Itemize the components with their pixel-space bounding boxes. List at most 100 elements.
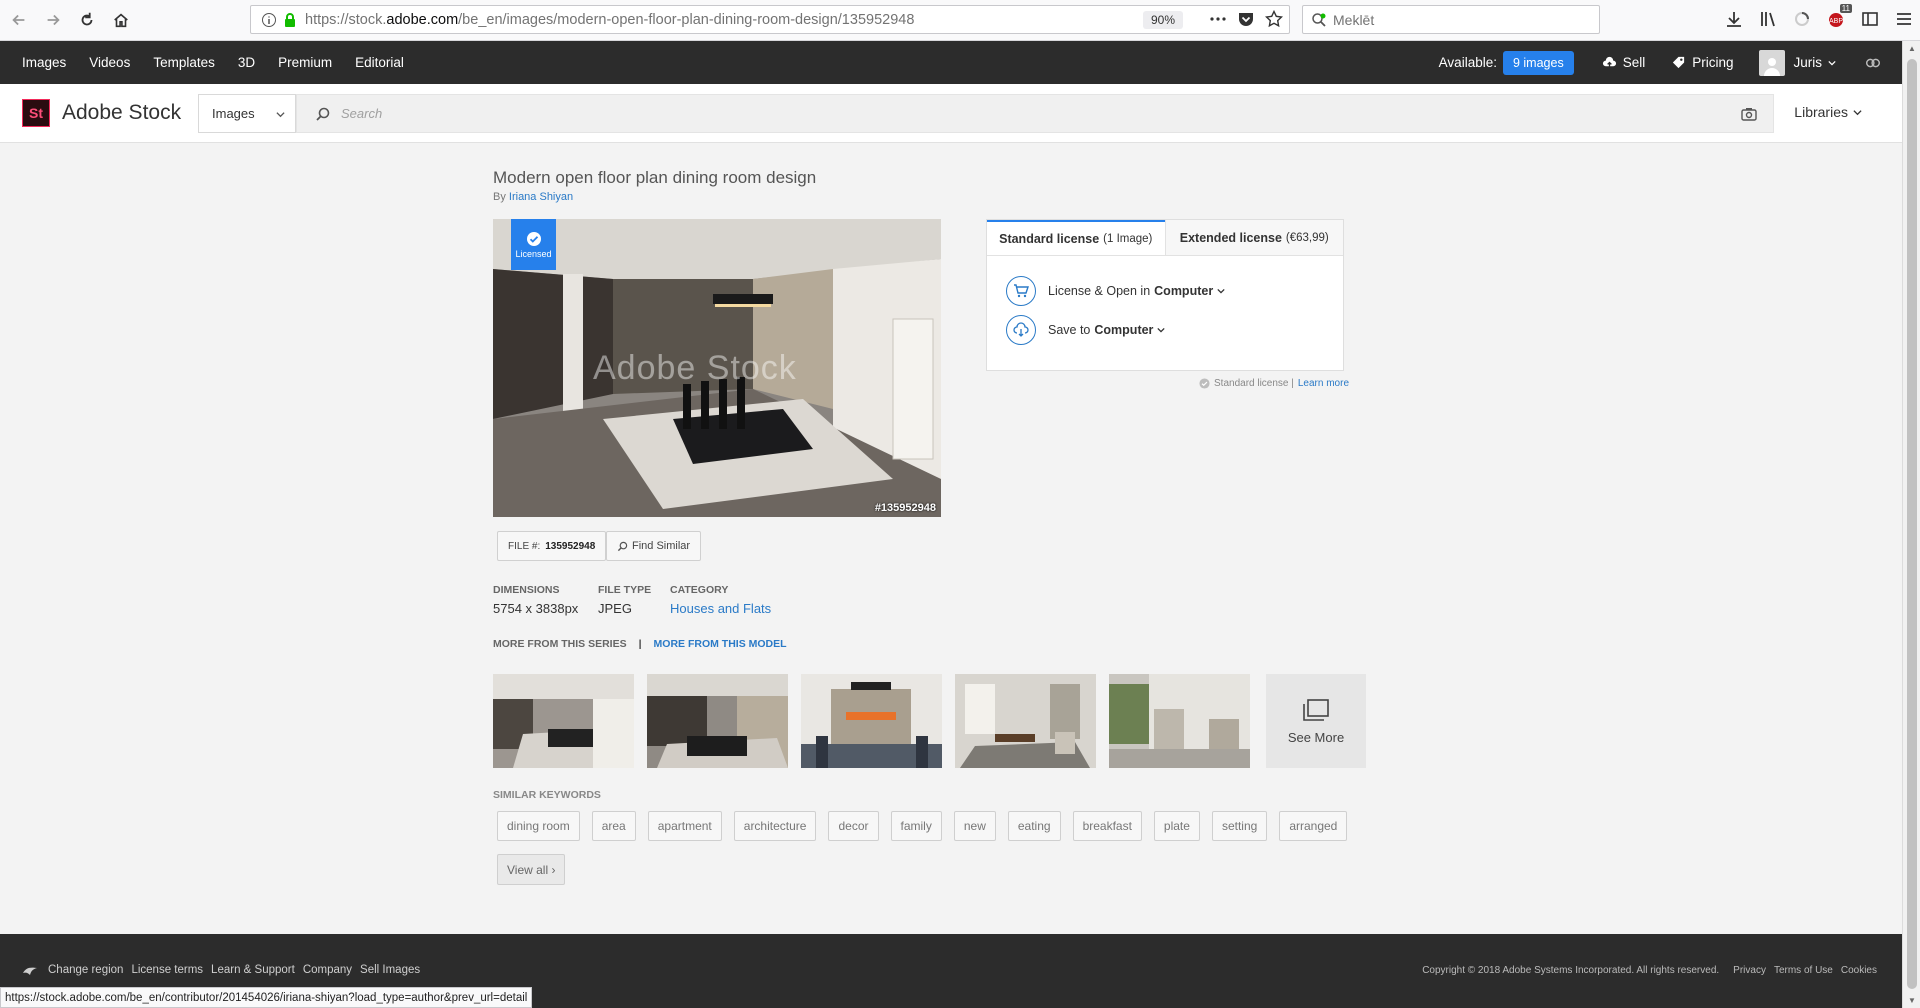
more-from-series-link[interactable]: MORE FROM THIS SERIES bbox=[493, 638, 627, 650]
footer-privacy[interactable]: Privacy bbox=[1733, 965, 1766, 976]
nav-videos[interactable]: Videos bbox=[89, 55, 130, 70]
library-icon[interactable] bbox=[1758, 9, 1778, 29]
zoom-level[interactable]: 90% bbox=[1142, 11, 1183, 29]
more-actions-icon[interactable] bbox=[1209, 10, 1227, 28]
scroll-thumb[interactable] bbox=[1907, 59, 1917, 989]
loading-icon bbox=[1795, 12, 1809, 26]
licensed-badge: Licensed bbox=[511, 219, 556, 270]
nav-templates[interactable]: Templates bbox=[153, 55, 215, 70]
info-icon[interactable] bbox=[261, 12, 277, 28]
sidebar-icon[interactable] bbox=[1860, 9, 1880, 29]
footer-learn-support[interactable]: Learn & Support bbox=[211, 964, 295, 976]
pricing-label: Pricing bbox=[1692, 55, 1734, 70]
category-link[interactable]: Houses and Flats bbox=[670, 601, 771, 616]
dimensions-label: DIMENSIONS bbox=[493, 584, 560, 596]
libraries-label: Libraries bbox=[1794, 104, 1848, 120]
keyword-tag[interactable]: apartment bbox=[647, 811, 722, 841]
globe-icon bbox=[23, 967, 37, 975]
reload-button[interactable] bbox=[72, 5, 102, 35]
keyword-tag[interactable]: decor bbox=[828, 811, 879, 841]
adobe-stock-logo[interactable]: St Adobe Stock bbox=[22, 99, 181, 127]
nav-images[interactable]: Images bbox=[22, 55, 66, 70]
asset-type-select[interactable]: Images bbox=[198, 94, 296, 133]
keyword-tag[interactable]: family bbox=[890, 811, 942, 841]
cloud-upload-icon bbox=[1602, 56, 1616, 69]
footer-license-terms[interactable]: License terms bbox=[131, 964, 203, 976]
keyword-tag[interactable]: arranged bbox=[1279, 811, 1348, 841]
pricing-link[interactable]: Pricing bbox=[1671, 55, 1733, 70]
save-to-action[interactable]: Save to Computer bbox=[1006, 315, 1166, 345]
find-similar-button[interactable]: Find Similar bbox=[606, 531, 702, 561]
camera-icon[interactable] bbox=[1741, 107, 1757, 121]
separator: | bbox=[638, 638, 642, 650]
author-link[interactable]: Iriana Shiyan bbox=[509, 191, 573, 203]
keyword-tag[interactable]: breakfast bbox=[1072, 811, 1142, 841]
hamburger-menu-icon[interactable] bbox=[1894, 9, 1914, 29]
scroll-down-icon[interactable]: ▼ bbox=[1908, 996, 1916, 1005]
page-scrollbar[interactable]: ▲ ▼ bbox=[1902, 41, 1920, 1008]
find-similar-label: Find Similar bbox=[632, 540, 691, 552]
keyword-tag[interactable]: area bbox=[591, 811, 636, 841]
search-icon bbox=[617, 541, 628, 551]
keyword-tag[interactable]: setting bbox=[1211, 811, 1268, 841]
nav-editorial[interactable]: Editorial bbox=[355, 55, 404, 70]
arrow-right-icon bbox=[47, 14, 60, 26]
back-button[interactable] bbox=[4, 5, 34, 35]
keyword-tag[interactable]: architecture bbox=[733, 811, 817, 841]
address-bar[interactable]: https://stock.adobe.com/be_en/images/mod… bbox=[250, 5, 1290, 34]
see-more-label: See More bbox=[1287, 729, 1345, 745]
view-all-keywords-button[interactable]: View all › bbox=[497, 854, 566, 885]
stack-icon bbox=[1303, 698, 1329, 721]
extension-badge[interactable]: ABP 11 bbox=[1826, 4, 1852, 29]
creative-cloud-icon[interactable] bbox=[1864, 54, 1882, 72]
series-thumbnail-5[interactable] bbox=[1109, 674, 1250, 768]
sell-label: Sell bbox=[1622, 55, 1646, 70]
series-thumbnail-1[interactable] bbox=[493, 674, 634, 768]
nav-3d[interactable]: 3D bbox=[238, 55, 255, 70]
see-more-button[interactable]: See More bbox=[1266, 674, 1366, 768]
sell-link[interactable]: Sell bbox=[1602, 55, 1646, 70]
footer-terms[interactable]: Terms of Use bbox=[1774, 965, 1833, 976]
available-count-badge[interactable]: 9 images bbox=[1502, 50, 1574, 75]
libraries-button[interactable]: Libraries bbox=[1794, 104, 1862, 120]
avatar[interactable] bbox=[1759, 49, 1786, 76]
footer-links: Change region License terms Learn & Supp… bbox=[22, 964, 420, 976]
user-menu[interactable]: Juris bbox=[1793, 55, 1836, 70]
file-number-button[interactable]: FILE #: 135952948 bbox=[497, 531, 607, 561]
footer-cookies[interactable]: Cookies bbox=[1841, 965, 1877, 976]
stock-header: St Adobe Stock Images Search Libraries bbox=[0, 84, 1902, 143]
nav-premium[interactable]: Premium bbox=[278, 55, 332, 70]
license-open-action[interactable]: License & Open in Computer bbox=[1006, 276, 1225, 306]
chevron-down-icon bbox=[1853, 109, 1862, 115]
keyword-list: dining room area apartment architecture … bbox=[497, 811, 1348, 841]
browser-search-bar[interactable]: Meklēt bbox=[1302, 5, 1600, 34]
keyword-tag[interactable]: new bbox=[953, 811, 996, 841]
keyword-tag[interactable]: plate bbox=[1153, 811, 1200, 841]
download-icon[interactable] bbox=[1724, 9, 1744, 29]
cart-icon bbox=[1014, 284, 1029, 298]
bookmark-star-icon[interactable] bbox=[1265, 10, 1283, 28]
search-input[interactable]: Search bbox=[296, 94, 1774, 133]
footer-company[interactable]: Company bbox=[303, 964, 352, 976]
home-button[interactable] bbox=[106, 5, 136, 35]
dimensions-meta: DIMENSIONS 5754 x 3838px bbox=[493, 584, 578, 616]
license-note-text: Standard license | bbox=[1214, 378, 1294, 389]
pocket-icon[interactable] bbox=[1237, 10, 1255, 28]
extended-license-label: Extended license bbox=[1179, 230, 1282, 245]
tab-standard-license[interactable]: Standard license (1 Image) bbox=[987, 220, 1165, 255]
asset-preview-image[interactable]: Licensed Adobe Stock #135952948 bbox=[493, 219, 941, 517]
more-from-model-link[interactable]: MORE FROM THIS MODEL bbox=[654, 638, 787, 650]
scroll-up-icon[interactable]: ▲ bbox=[1908, 44, 1916, 53]
keyword-tag[interactable]: eating bbox=[1007, 811, 1061, 841]
forward-button[interactable] bbox=[38, 5, 68, 35]
cart-icon-circle bbox=[1006, 276, 1036, 306]
series-thumbnail-4[interactable] bbox=[955, 674, 1096, 768]
keyword-tag[interactable]: dining room bbox=[497, 811, 580, 841]
series-thumbnail-3[interactable] bbox=[801, 674, 942, 768]
series-thumbnail-2[interactable] bbox=[647, 674, 788, 768]
url-actions bbox=[1209, 10, 1283, 28]
footer-change-region[interactable]: Change region bbox=[48, 964, 123, 976]
footer-sell-images[interactable]: Sell Images bbox=[360, 964, 420, 976]
learn-more-link[interactable]: Learn more bbox=[1298, 378, 1349, 389]
tab-extended-license[interactable]: Extended license (€63,99) bbox=[1164, 220, 1343, 255]
